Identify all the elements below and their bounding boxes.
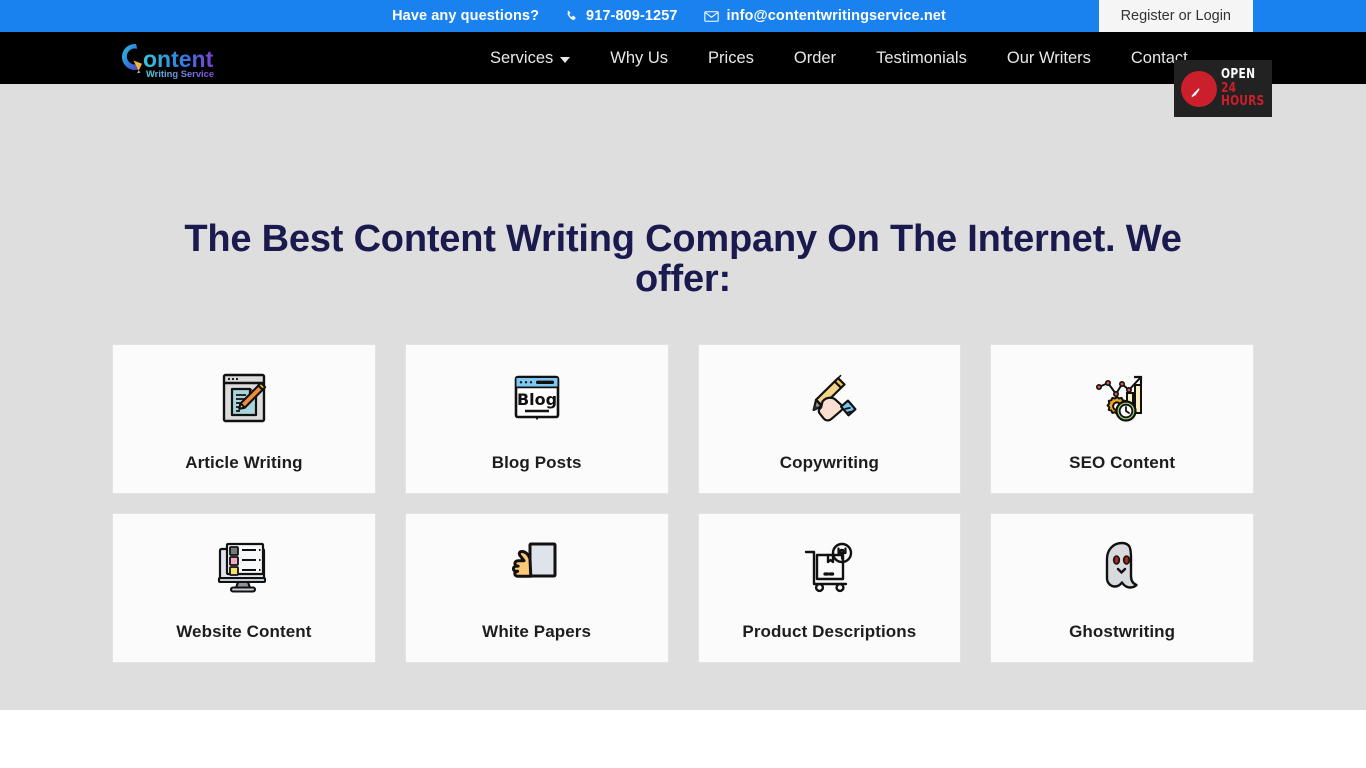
product-descriptions-icon (798, 531, 860, 603)
register-or-login-label: Register or Login (1120, 8, 1231, 24)
badge-hours-label: 24 HOURS (1221, 80, 1265, 110)
nav-item-order[interactable]: Order (774, 50, 856, 67)
nav-item-why-us-label: Why Us (610, 48, 669, 67)
article-writing-icon (213, 362, 275, 434)
service-card-label: Website Content (176, 621, 312, 641)
ghostwriting-icon (1091, 531, 1153, 603)
website-content-icon (213, 531, 275, 603)
phone-link[interactable]: 917-809-1257 (565, 8, 678, 24)
nav-item-services-label: Services (490, 48, 554, 67)
white-papers-icon (506, 531, 568, 603)
service-card-article-writing[interactable]: Article Writing (112, 343, 376, 494)
service-card-label: SEO Content (1069, 452, 1176, 472)
services-grid: Article Writing Blog Blog Posts Copywrit… (112, 300, 1254, 663)
envelope-icon (703, 10, 719, 23)
svg-text:Blog: Blog (517, 390, 557, 409)
hero-section: The Best Content Writing Company On The … (0, 84, 1366, 710)
nav-item-why-us[interactable]: Why Us (590, 50, 688, 67)
clock-icon (1181, 70, 1217, 107)
svg-text:Writing Service: Writing Service (146, 68, 214, 79)
chevron-down-icon (560, 57, 571, 63)
service-card-product-descriptions[interactable]: Product Descriptions (697, 512, 962, 663)
email-link[interactable]: info@contentwritingservice.net (703, 8, 946, 24)
open-24-hours-badge[interactable]: OPEN 24 HOURS (1174, 60, 1272, 117)
services-row-2: Website Content White Papers Product Des… (112, 512, 1254, 663)
nav-item-prices-label: Prices (708, 48, 754, 67)
service-card-seo-content[interactable]: SEO Content (990, 343, 1254, 494)
service-card-ghostwriting[interactable]: Ghostwriting (990, 512, 1254, 663)
service-card-website-content[interactable]: Website Content (112, 512, 376, 663)
nav-links: Services Why Us Prices Order Testimonial… (470, 32, 1208, 84)
copywriting-icon (798, 362, 860, 434)
services-row-1: Article Writing Blog Blog Posts Copywrit… (112, 343, 1254, 494)
page-title: The Best Content Writing Company On The … (184, 218, 1182, 301)
nav-item-our-writers-label: Our Writers (1006, 48, 1091, 67)
service-card-copywriting[interactable]: Copywriting (697, 343, 962, 494)
top-contact-bar: Have any questions? 917-809-1257 info@co… (0, 0, 1366, 32)
have-questions-label: Have any questions? (392, 8, 539, 24)
phone-icon (565, 10, 578, 23)
phone-number: 917-809-1257 (586, 8, 678, 24)
service-card-label: Blog Posts (491, 452, 582, 472)
service-card-label: Product Descriptions (742, 621, 917, 641)
nav-item-services[interactable]: Services (470, 50, 590, 67)
nav-item-testimonials[interactable]: Testimonials (856, 50, 987, 67)
logo-mark: ontent Writing Service (121, 43, 214, 79)
seo-content-icon (1091, 362, 1153, 434)
nav-item-testimonials-label: Testimonials (876, 48, 967, 67)
service-card-label: Article Writing (185, 452, 303, 472)
service-card-label: Ghostwriting (1069, 621, 1176, 641)
service-card-label: Copywriting (779, 452, 880, 472)
main-navigation-bar: ontent Writing Service Services Why Us P… (0, 32, 1366, 117)
badge-open-label: OPEN (1221, 67, 1256, 83)
register-or-login-button[interactable]: Register or Login (1098, 0, 1253, 32)
blog-posts-icon: Blog (506, 362, 568, 434)
nav-item-our-writers[interactable]: Our Writers (987, 50, 1111, 67)
have-questions-text: Have any questions? (392, 8, 540, 24)
site-logo[interactable]: ontent Writing Service (112, 36, 234, 80)
service-card-blog-posts[interactable]: Blog Blog Posts (404, 343, 669, 494)
email-address: info@contentwritingservice.net (726, 8, 946, 24)
service-card-label: White Papers (482, 621, 592, 641)
nav-item-prices[interactable]: Prices (688, 50, 774, 67)
nav-item-order-label: Order (793, 48, 837, 67)
service-card-white-papers[interactable]: White Papers (404, 512, 669, 663)
